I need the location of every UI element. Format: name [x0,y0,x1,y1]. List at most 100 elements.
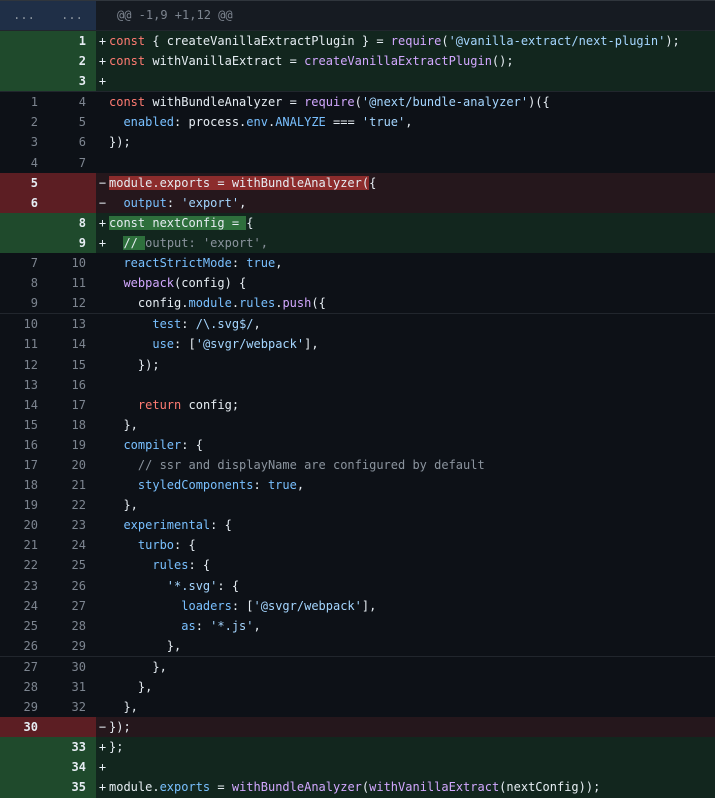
new-line-number[interactable]: 13 [48,314,96,335]
diff-line-context: 21 24 turbo: { [0,535,715,556]
new-line-number[interactable]: 34 [48,757,96,778]
new-line-number[interactable] [48,172,96,193]
new-line-number[interactable]: 14 [48,334,96,355]
new-line-number[interactable]: 9 [48,232,96,254]
diff-marker: + [98,760,107,775]
code-token: 'export' [181,195,240,210]
diff-line-context: 7 10 reactStrictMode: true, [0,253,715,274]
new-line-number[interactable]: 1 [48,31,96,52]
new-line-number[interactable]: 18 [48,414,96,435]
old-line-number[interactable]: 10 [0,314,48,335]
new-line-number[interactable]: 22 [48,495,96,516]
new-line-number[interactable]: 20 [48,454,96,476]
diff-marker: − [98,175,107,190]
old-line-number[interactable] [0,51,48,72]
old-line-number[interactable]: 14 [0,394,48,415]
old-line-number[interactable]: 15 [0,414,48,435]
old-line-number[interactable]: 18 [0,475,48,496]
new-line-number[interactable] [48,717,96,738]
old-line-number[interactable]: 6 [0,192,48,213]
new-line-number[interactable]: 33 [48,737,96,758]
new-line-number[interactable]: 11 [48,273,96,294]
old-line-number[interactable]: 2 [0,112,48,133]
diff-line-context: 22 25 rules: { [0,555,715,576]
new-line-number[interactable]: 30 [48,656,96,677]
old-line-number[interactable]: 24 [0,595,48,616]
old-line-number[interactable] [0,212,48,233]
diff-line-context: 20 23 experimental: { [0,515,715,536]
code-token: '*.js' [210,618,254,633]
new-line-number[interactable]: 31 [48,677,96,698]
old-line-number[interactable]: 23 [0,575,48,596]
old-line-number[interactable] [0,737,48,758]
diff-line-context: 12 15 }); [0,354,715,375]
new-line-number[interactable]: 4 [48,92,96,113]
code-token: }); [109,357,160,372]
new-line-number[interactable]: 7 [48,152,96,173]
old-line-number[interactable] [0,777,48,798]
old-line-number[interactable]: 8 [0,273,48,294]
old-line-number[interactable]: 21 [0,535,48,556]
old-line-number[interactable]: 11 [0,334,48,355]
new-line-number[interactable]: 12 [48,293,96,314]
new-line-number[interactable]: 6 [48,132,96,153]
new-line-number[interactable]: 26 [48,575,96,596]
old-line-number[interactable] [0,757,48,778]
old-line-number[interactable] [0,31,48,52]
code-token: (); [491,54,514,69]
new-line-number[interactable]: 23 [48,515,96,536]
new-line-number[interactable]: 10 [48,253,96,274]
old-line-number[interactable]: 27 [0,656,48,677]
old-line-number[interactable]: 12 [0,354,48,375]
old-line-number[interactable]: 5 [0,172,48,193]
old-line-number[interactable]: 30 [0,717,48,738]
new-line-number[interactable]: 32 [48,697,96,718]
old-line-number[interactable]: 13 [0,374,48,395]
new-line-number[interactable]: 2 [48,51,96,72]
new-line-number[interactable]: 21 [48,475,96,496]
old-line-number[interactable]: 26 [0,635,48,656]
diff-marker: + [98,74,107,89]
old-line-number[interactable]: 29 [0,697,48,718]
new-line-number[interactable]: 25 [48,555,96,576]
new-line-number[interactable]: 35 [48,777,96,798]
old-line-number[interactable]: 3 [0,132,48,153]
old-line-number[interactable] [0,232,48,254]
expand-new-button[interactable]: ... [48,1,96,30]
new-line-number[interactable]: 28 [48,615,96,636]
old-line-number[interactable]: 16 [0,434,48,455]
hunk-range: @@ -1,9 +1,12 @@ [117,8,233,22]
new-line-number[interactable]: 16 [48,374,96,395]
new-line-number[interactable]: 3 [48,71,96,92]
diff-line-added: 34 + [0,757,715,778]
old-line-number[interactable]: 1 [0,92,48,113]
new-line-number[interactable]: 15 [48,354,96,375]
diff-marker [96,636,109,656]
old-line-number[interactable]: 20 [0,515,48,536]
code-token: }, [109,417,138,432]
old-line-number[interactable]: 28 [0,677,48,698]
new-line-number[interactable]: 19 [48,434,96,455]
code-token: enabled [123,115,175,130]
old-line-number[interactable]: 17 [0,454,48,476]
code-token: === [325,115,362,130]
new-line-number[interactable] [48,192,96,213]
new-line-number[interactable]: 24 [48,535,96,556]
old-line-number[interactable]: 9 [0,293,48,314]
new-line-number[interactable]: 17 [48,394,96,415]
old-line-number[interactable] [0,71,48,92]
new-line-number[interactable]: 5 [48,112,96,133]
new-line-number[interactable]: 29 [48,635,96,656]
old-line-number[interactable]: 22 [0,555,48,576]
code-content [109,153,715,173]
old-line-number[interactable]: 25 [0,615,48,636]
code-content: return config; [109,395,715,415]
old-line-number[interactable]: 7 [0,253,48,274]
new-line-number[interactable]: 27 [48,595,96,616]
old-line-number[interactable]: 4 [0,152,48,173]
old-line-number[interactable]: 19 [0,495,48,516]
expand-old-button[interactable]: ... [0,1,48,30]
new-line-number[interactable]: 8 [48,212,96,233]
diff-marker [96,515,109,535]
